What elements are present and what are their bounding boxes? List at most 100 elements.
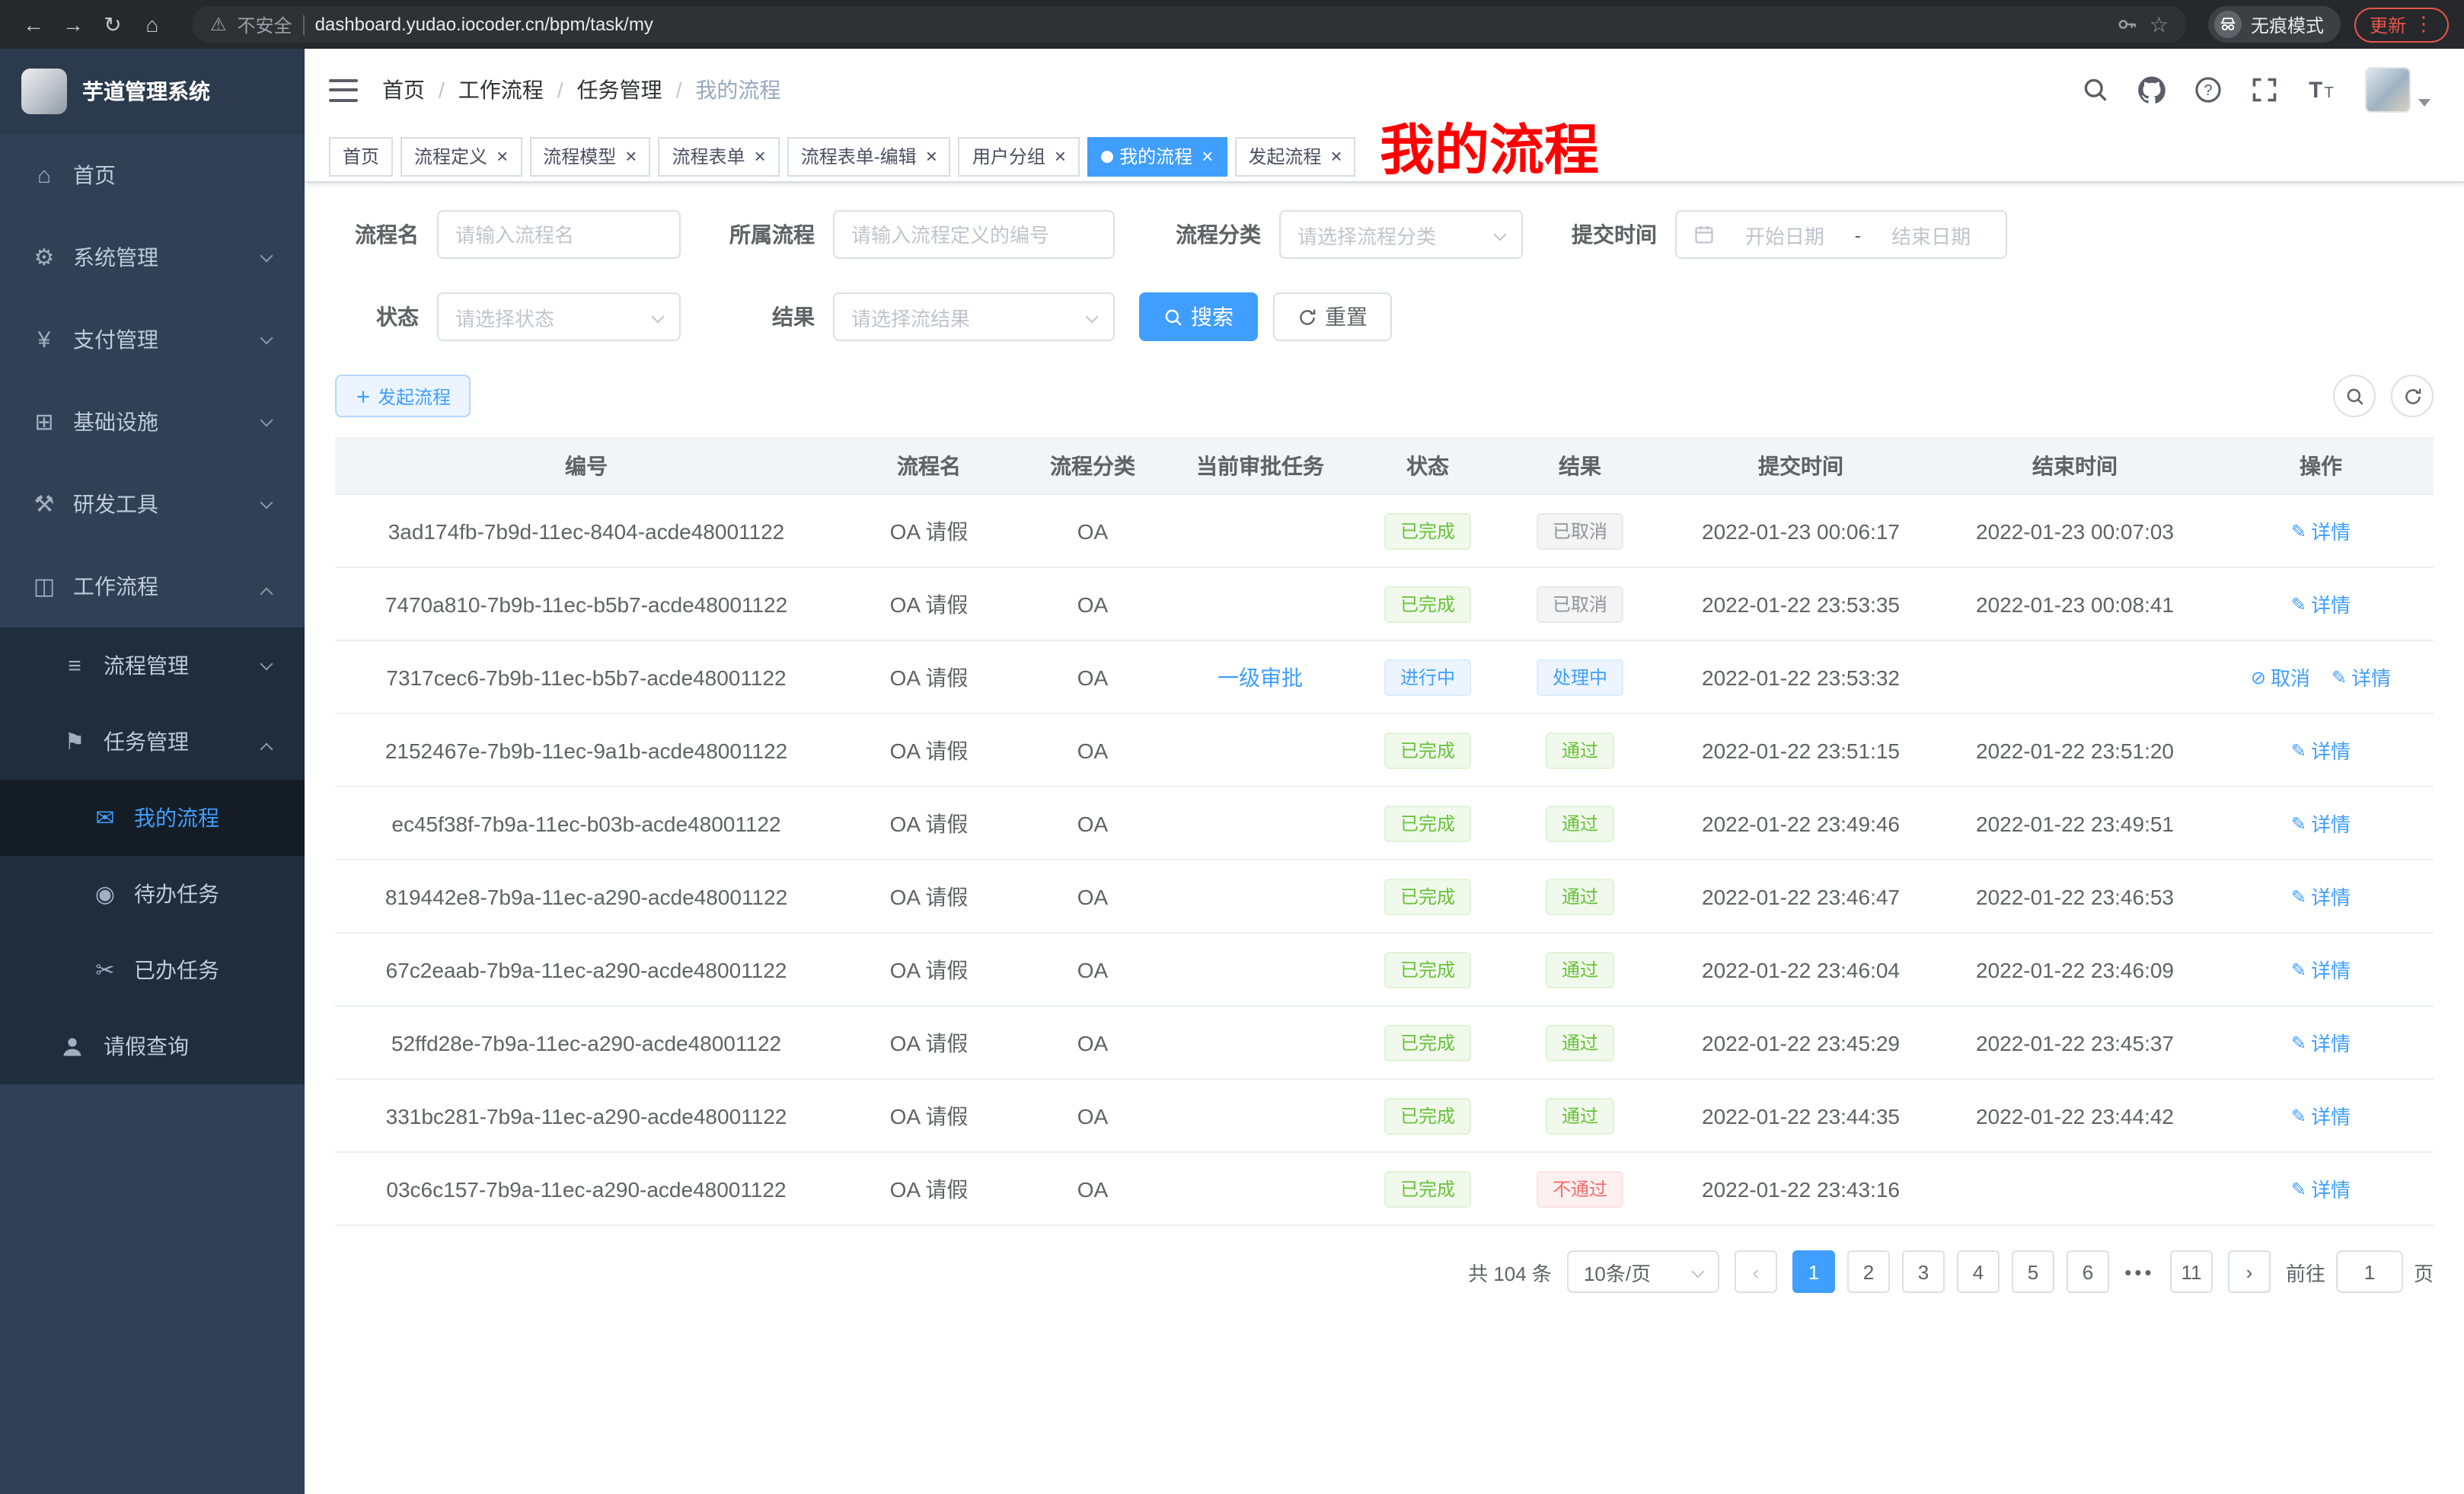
- tab-create-process[interactable]: 发起流程×: [1234, 136, 1355, 176]
- end-time-cell: 2022-01-22 23:49:51: [1942, 787, 2208, 859]
- filter-row-2: 状态 请选择状态 结果 请选择流结果: [335, 292, 2434, 341]
- detail-action-link[interactable]: ✎详情: [2291, 1101, 2351, 1130]
- page-button-3[interactable]: 3: [1902, 1250, 1945, 1293]
- action-label: 详情: [2311, 882, 2351, 911]
- goto-page-input[interactable]: [2336, 1250, 2403, 1293]
- address-bar[interactable]: ⚠ 不安全 dashboard.yudao.iocoder.cn/bpm/tas…: [192, 6, 2187, 43]
- create-process-button[interactable]: 发起流程: [335, 375, 471, 417]
- browser-forward-button[interactable]: →: [55, 6, 91, 43]
- tab-close-icon[interactable]: ×: [1202, 146, 1213, 166]
- tab-close-icon[interactable]: ×: [625, 146, 637, 166]
- user-menu[interactable]: [2365, 67, 2430, 113]
- breadcrumb-item-home[interactable]: 首页: [382, 75, 425, 105]
- table-row: 67c2eaab-7b9a-11ec-a290-acde48001122OA 请…: [335, 934, 2434, 1007]
- avatar[interactable]: [2365, 67, 2411, 113]
- page-size-select[interactable]: 10条/页: [1567, 1250, 1719, 1293]
- tab-process-form-edit[interactable]: 流程表单-编辑×: [787, 136, 951, 176]
- page-button-11[interactable]: 11: [2170, 1250, 2213, 1293]
- toggle-search-button[interactable]: [2333, 375, 2376, 417]
- pager: 123456 ••• 11: [1792, 1250, 2213, 1293]
- sidebar-item-system-mgmt[interactable]: ⚙ 系统管理: [0, 216, 305, 298]
- sidebar-item-payment-mgmt[interactable]: ¥ 支付管理: [0, 298, 305, 381]
- browser-menu-icon[interactable]: ⋮: [2414, 12, 2434, 37]
- not-secure-label[interactable]: 不安全: [238, 11, 292, 37]
- tab-process-form[interactable]: 流程表单×: [658, 136, 779, 176]
- current-task-link[interactable]: 一级审批: [1218, 662, 1303, 692]
- result-select[interactable]: 请选择流结果: [833, 292, 1115, 341]
- fullscreen-icon[interactable]: [2249, 75, 2280, 105]
- sidebar-item-leave-query[interactable]: 请假查询: [0, 1008, 305, 1084]
- app-logo[interactable]: 芋道管理系统: [0, 49, 305, 134]
- detail-action-link[interactable]: ✎详情: [2291, 882, 2351, 911]
- page-size-value: 10条/页: [1584, 1257, 1651, 1286]
- page-button-2[interactable]: 2: [1847, 1250, 1890, 1293]
- detail-action-link[interactable]: ✎详情: [2291, 516, 2351, 545]
- tab-close-icon[interactable]: ×: [1330, 146, 1342, 166]
- github-icon[interactable]: [2137, 75, 2167, 105]
- tab-process-model[interactable]: 流程模型×: [529, 136, 650, 176]
- search-icon[interactable]: [2080, 75, 2111, 105]
- result-cell: 通过: [1500, 860, 1660, 932]
- sidebar-item-infrastructure[interactable]: ⊞ 基础设施: [0, 381, 305, 463]
- breadcrumb-item-workflow[interactable]: 工作流程: [458, 75, 544, 105]
- font-size-icon[interactable]: [2306, 75, 2336, 105]
- detail-action-link[interactable]: ✎详情: [2291, 736, 2351, 765]
- tab-close-icon[interactable]: ×: [755, 146, 766, 166]
- sidebar-item-workflow[interactable]: ◫ 工作流程: [0, 545, 305, 627]
- detail-action-link[interactable]: ✎详情: [2291, 589, 2351, 618]
- detail-action-link[interactable]: ✎详情: [2291, 809, 2351, 838]
- sidebar-item-process-mgmt[interactable]: ≡ 流程管理: [0, 627, 305, 704]
- key-icon[interactable]: [2118, 14, 2139, 35]
- page-button-1[interactable]: 1: [1792, 1250, 1835, 1293]
- end-time-cell: 2022-01-23 00:08:41: [1942, 568, 2208, 640]
- workflow-submenu: ≡ 流程管理 ⚑ 任务管理 ✉ 我的流程 ◉ 待: [0, 627, 305, 1084]
- process-name-input[interactable]: [455, 223, 662, 246]
- tab-home[interactable]: 首页: [329, 136, 393, 176]
- detail-action-link[interactable]: ✎详情: [2291, 1028, 2351, 1057]
- page-button-5[interactable]: 5: [2012, 1250, 2054, 1293]
- tab-my-process[interactable]: 我的流程×: [1087, 136, 1227, 176]
- tab-user-group[interactable]: 用户分组×: [959, 136, 1080, 176]
- detail-action-link[interactable]: ✎详情: [2291, 1174, 2351, 1203]
- tab-close-icon[interactable]: ×: [926, 146, 937, 166]
- sidebar: 芋道管理系统 ⌂ 首页 ⚙ 系统管理 ¥ 支付管理 ⊞: [0, 49, 305, 1494]
- search-button[interactable]: 搜索: [1139, 292, 1258, 341]
- browser-reload-button[interactable]: ↻: [94, 6, 131, 43]
- cancel-action-link[interactable]: ⊘取消: [2251, 662, 2310, 691]
- url-text[interactable]: dashboard.yudao.iocoder.cn/bpm/task/my: [315, 14, 653, 35]
- detail-action-link[interactable]: ✎详情: [2332, 662, 2391, 691]
- detail-action-link[interactable]: ✎详情: [2291, 955, 2351, 984]
- goto-page: 前往 页: [2286, 1250, 2434, 1293]
- actions-cell: ✎详情: [2208, 495, 2434, 567]
- submit-time-range-picker[interactable]: 开始日期 - 结束日期: [1675, 210, 2007, 259]
- sidebar-item-home[interactable]: ⌂ 首页: [0, 134, 305, 216]
- app-shell: 芋道管理系统 ⌂ 首页 ⚙ 系统管理 ¥ 支付管理 ⊞: [0, 49, 2464, 1494]
- parent-process-input[interactable]: [851, 223, 1096, 246]
- refresh-table-button[interactable]: [2391, 375, 2434, 417]
- sidebar-item-task-mgmt[interactable]: ⚑ 任务管理: [0, 704, 305, 780]
- pager-ellipsis[interactable]: •••: [2121, 1260, 2158, 1283]
- tab-close-icon[interactable]: ×: [496, 146, 508, 166]
- sidebar-item-todo-tasks[interactable]: ◉ 待办任务: [0, 856, 305, 932]
- help-icon[interactable]: [2193, 75, 2223, 105]
- sidebar-item-my-process[interactable]: ✉ 我的流程: [0, 780, 305, 856]
- status-select[interactable]: 请选择状态: [437, 292, 681, 341]
- tab-process-definition[interactable]: 流程定义×: [401, 136, 522, 176]
- reset-button[interactable]: 重置: [1273, 292, 1392, 341]
- hamburger-icon[interactable]: [329, 78, 358, 101]
- page-button-6[interactable]: 6: [2067, 1250, 2109, 1293]
- sidebar-item-done-tasks[interactable]: ✂ 已办任务: [0, 932, 305, 1008]
- breadcrumb-item-task-mgmt[interactable]: 任务管理: [577, 75, 662, 105]
- status-tag: 已完成: [1385, 805, 1470, 841]
- browser-back-button[interactable]: ←: [15, 6, 52, 43]
- page-button-4[interactable]: 4: [1957, 1250, 2000, 1293]
- update-button[interactable]: 更新 ⋮: [2354, 7, 2449, 42]
- browser-home-button[interactable]: ⌂: [134, 6, 171, 43]
- sidebar-item-dev-tools[interactable]: ⚒ 研发工具: [0, 463, 305, 545]
- tab-close-icon[interactable]: ×: [1055, 146, 1066, 166]
- bookmark-star-icon[interactable]: ☆: [2150, 11, 2169, 37]
- category-select[interactable]: 请选择流程分类: [1279, 210, 1523, 259]
- prev-page-button[interactable]: ‹: [1735, 1250, 1777, 1293]
- next-page-button[interactable]: ›: [2228, 1250, 2271, 1293]
- browser-right-controls: 无痕模式 更新 ⋮: [2208, 6, 2449, 43]
